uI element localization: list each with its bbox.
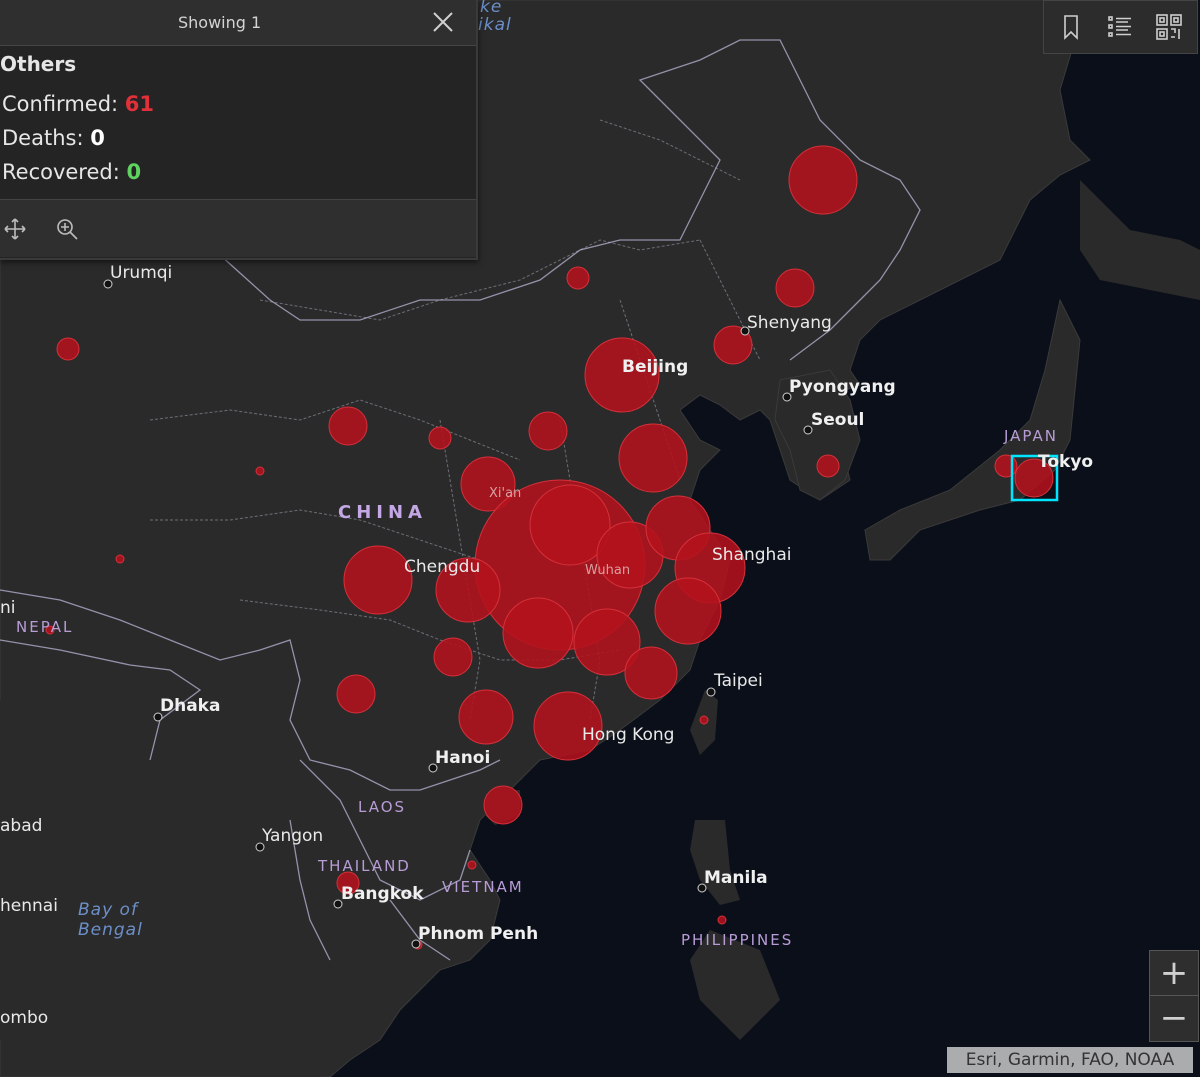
label-phnompenh: Phnom Penh bbox=[418, 924, 538, 944]
zoom-to-icon[interactable] bbox=[55, 217, 79, 241]
list-icon[interactable] bbox=[1106, 13, 1134, 41]
bubble-guizhou[interactable] bbox=[433, 637, 473, 677]
map-toolbar bbox=[1043, 0, 1198, 54]
bubble-sichuan[interactable] bbox=[343, 545, 413, 615]
label-philippines: PHILIPPINES bbox=[681, 931, 793, 949]
label-bangkok: Bangkok bbox=[341, 884, 424, 904]
deaths-label: Deaths: bbox=[2, 126, 91, 150]
bubble-guangxi[interactable] bbox=[458, 689, 514, 745]
label-tokyo: Tokyo bbox=[1038, 452, 1093, 472]
label-urumqi: Urumqi bbox=[110, 263, 172, 283]
bubble-tibet[interactable] bbox=[255, 466, 265, 476]
zoom-controls: + − bbox=[1149, 950, 1199, 1042]
label-xian: Xi'an bbox=[489, 486, 521, 501]
label-chennai: hennai bbox=[0, 896, 58, 916]
confirmed-row: Confirmed: 61 bbox=[2, 92, 154, 116]
close-icon[interactable] bbox=[431, 10, 455, 34]
bubble-hainan[interactable] bbox=[483, 785, 523, 825]
deaths-row: Deaths: 0 bbox=[2, 126, 105, 150]
label-dhaka: Dhaka bbox=[160, 696, 220, 716]
confirmed-value: 61 bbox=[124, 92, 155, 116]
qr-code-icon[interactable] bbox=[1155, 13, 1183, 41]
label-nepal: NEPAL bbox=[16, 618, 73, 636]
popup-title: Showing 1 bbox=[178, 13, 262, 32]
label-colombo: ombo bbox=[0, 1008, 48, 1028]
label-china: CHINA bbox=[338, 502, 427, 523]
label-pyongyang: Pyongyang bbox=[789, 377, 896, 397]
zoom-in-button[interactable]: + bbox=[1150, 951, 1198, 996]
popup-body: Others Confirmed: 61 Deaths: 0 Recovered… bbox=[0, 46, 476, 198]
label-yangon: Yangon bbox=[261, 826, 323, 846]
bubble-xinjiang[interactable] bbox=[56, 337, 80, 361]
bubble-south-korea[interactable] bbox=[816, 454, 840, 478]
popup-header: Showing 1 bbox=[0, 0, 476, 46]
label-shanghai: Shanghai bbox=[712, 545, 791, 565]
bubble-gansu[interactable] bbox=[328, 406, 368, 446]
popup-feature-name: Others bbox=[0, 52, 77, 76]
feature-popup: Showing 1 Others Confirmed: 61 Deaths: 0… bbox=[0, 0, 478, 260]
label-taipei: Taipei bbox=[713, 671, 763, 691]
bubble-ningxia[interactable] bbox=[428, 426, 452, 450]
bubble-fujian[interactable] bbox=[624, 646, 678, 700]
bubble-shanxi[interactable] bbox=[528, 411, 568, 451]
label-shenyang: Shenyang bbox=[747, 313, 832, 333]
label-thailand: THAILAND bbox=[317, 857, 411, 875]
label-bengal: Bengal bbox=[78, 920, 143, 940]
bubble-shandong[interactable] bbox=[618, 423, 688, 493]
label-wuhan: Wuhan bbox=[585, 563, 630, 578]
label-beijing: Beijing bbox=[622, 357, 688, 377]
label-hanoi: Hanoi bbox=[435, 748, 490, 768]
pan-icon[interactable] bbox=[3, 217, 27, 241]
label-chengdu: Chengdu bbox=[404, 557, 480, 577]
confirmed-label: Confirmed: bbox=[2, 92, 125, 116]
label-bay-of: Bay of bbox=[78, 900, 140, 920]
zoom-out-button[interactable]: − bbox=[1150, 996, 1198, 1040]
popup-actions bbox=[0, 199, 476, 257]
label-laos: LAOS bbox=[358, 798, 406, 816]
label-vietnam: VIETNAM bbox=[442, 878, 524, 896]
label-hyderabad: abad bbox=[0, 816, 42, 836]
label-seoul: Seoul bbox=[811, 410, 864, 430]
label-baikal-2: ikal bbox=[478, 15, 512, 35]
recovered-row: Recovered: 0 bbox=[2, 160, 141, 184]
bubble-yunnan[interactable] bbox=[336, 674, 376, 714]
bubble-qinghai-w[interactable] bbox=[115, 554, 125, 564]
map-attribution: Esri, Garmin, FAO, NOAA bbox=[947, 1047, 1193, 1073]
deaths-value: 0 bbox=[90, 126, 105, 150]
label-hongkong: Hong Kong bbox=[582, 725, 674, 745]
bubble-vietnam[interactable] bbox=[467, 860, 477, 870]
bubble-taiwan[interactable] bbox=[699, 715, 709, 725]
label-manila: Manila bbox=[704, 868, 768, 888]
bubble-heilongjiang[interactable] bbox=[788, 145, 858, 215]
label-kathmandu: ni bbox=[0, 598, 16, 618]
bubble-philippines[interactable] bbox=[717, 915, 727, 925]
recovered-value: 0 bbox=[126, 160, 142, 184]
bubble-hunan[interactable] bbox=[502, 597, 574, 669]
recovered-label: Recovered: bbox=[2, 160, 127, 184]
bubble-japan-w[interactable] bbox=[994, 454, 1018, 478]
label-japan: JAPAN bbox=[1003, 427, 1058, 445]
bookmark-icon[interactable] bbox=[1057, 13, 1085, 41]
bubble-zhejiang[interactable] bbox=[654, 577, 722, 645]
bubble-jilin[interactable] bbox=[775, 268, 815, 308]
bubble-inner-mongolia[interactable] bbox=[566, 266, 590, 290]
